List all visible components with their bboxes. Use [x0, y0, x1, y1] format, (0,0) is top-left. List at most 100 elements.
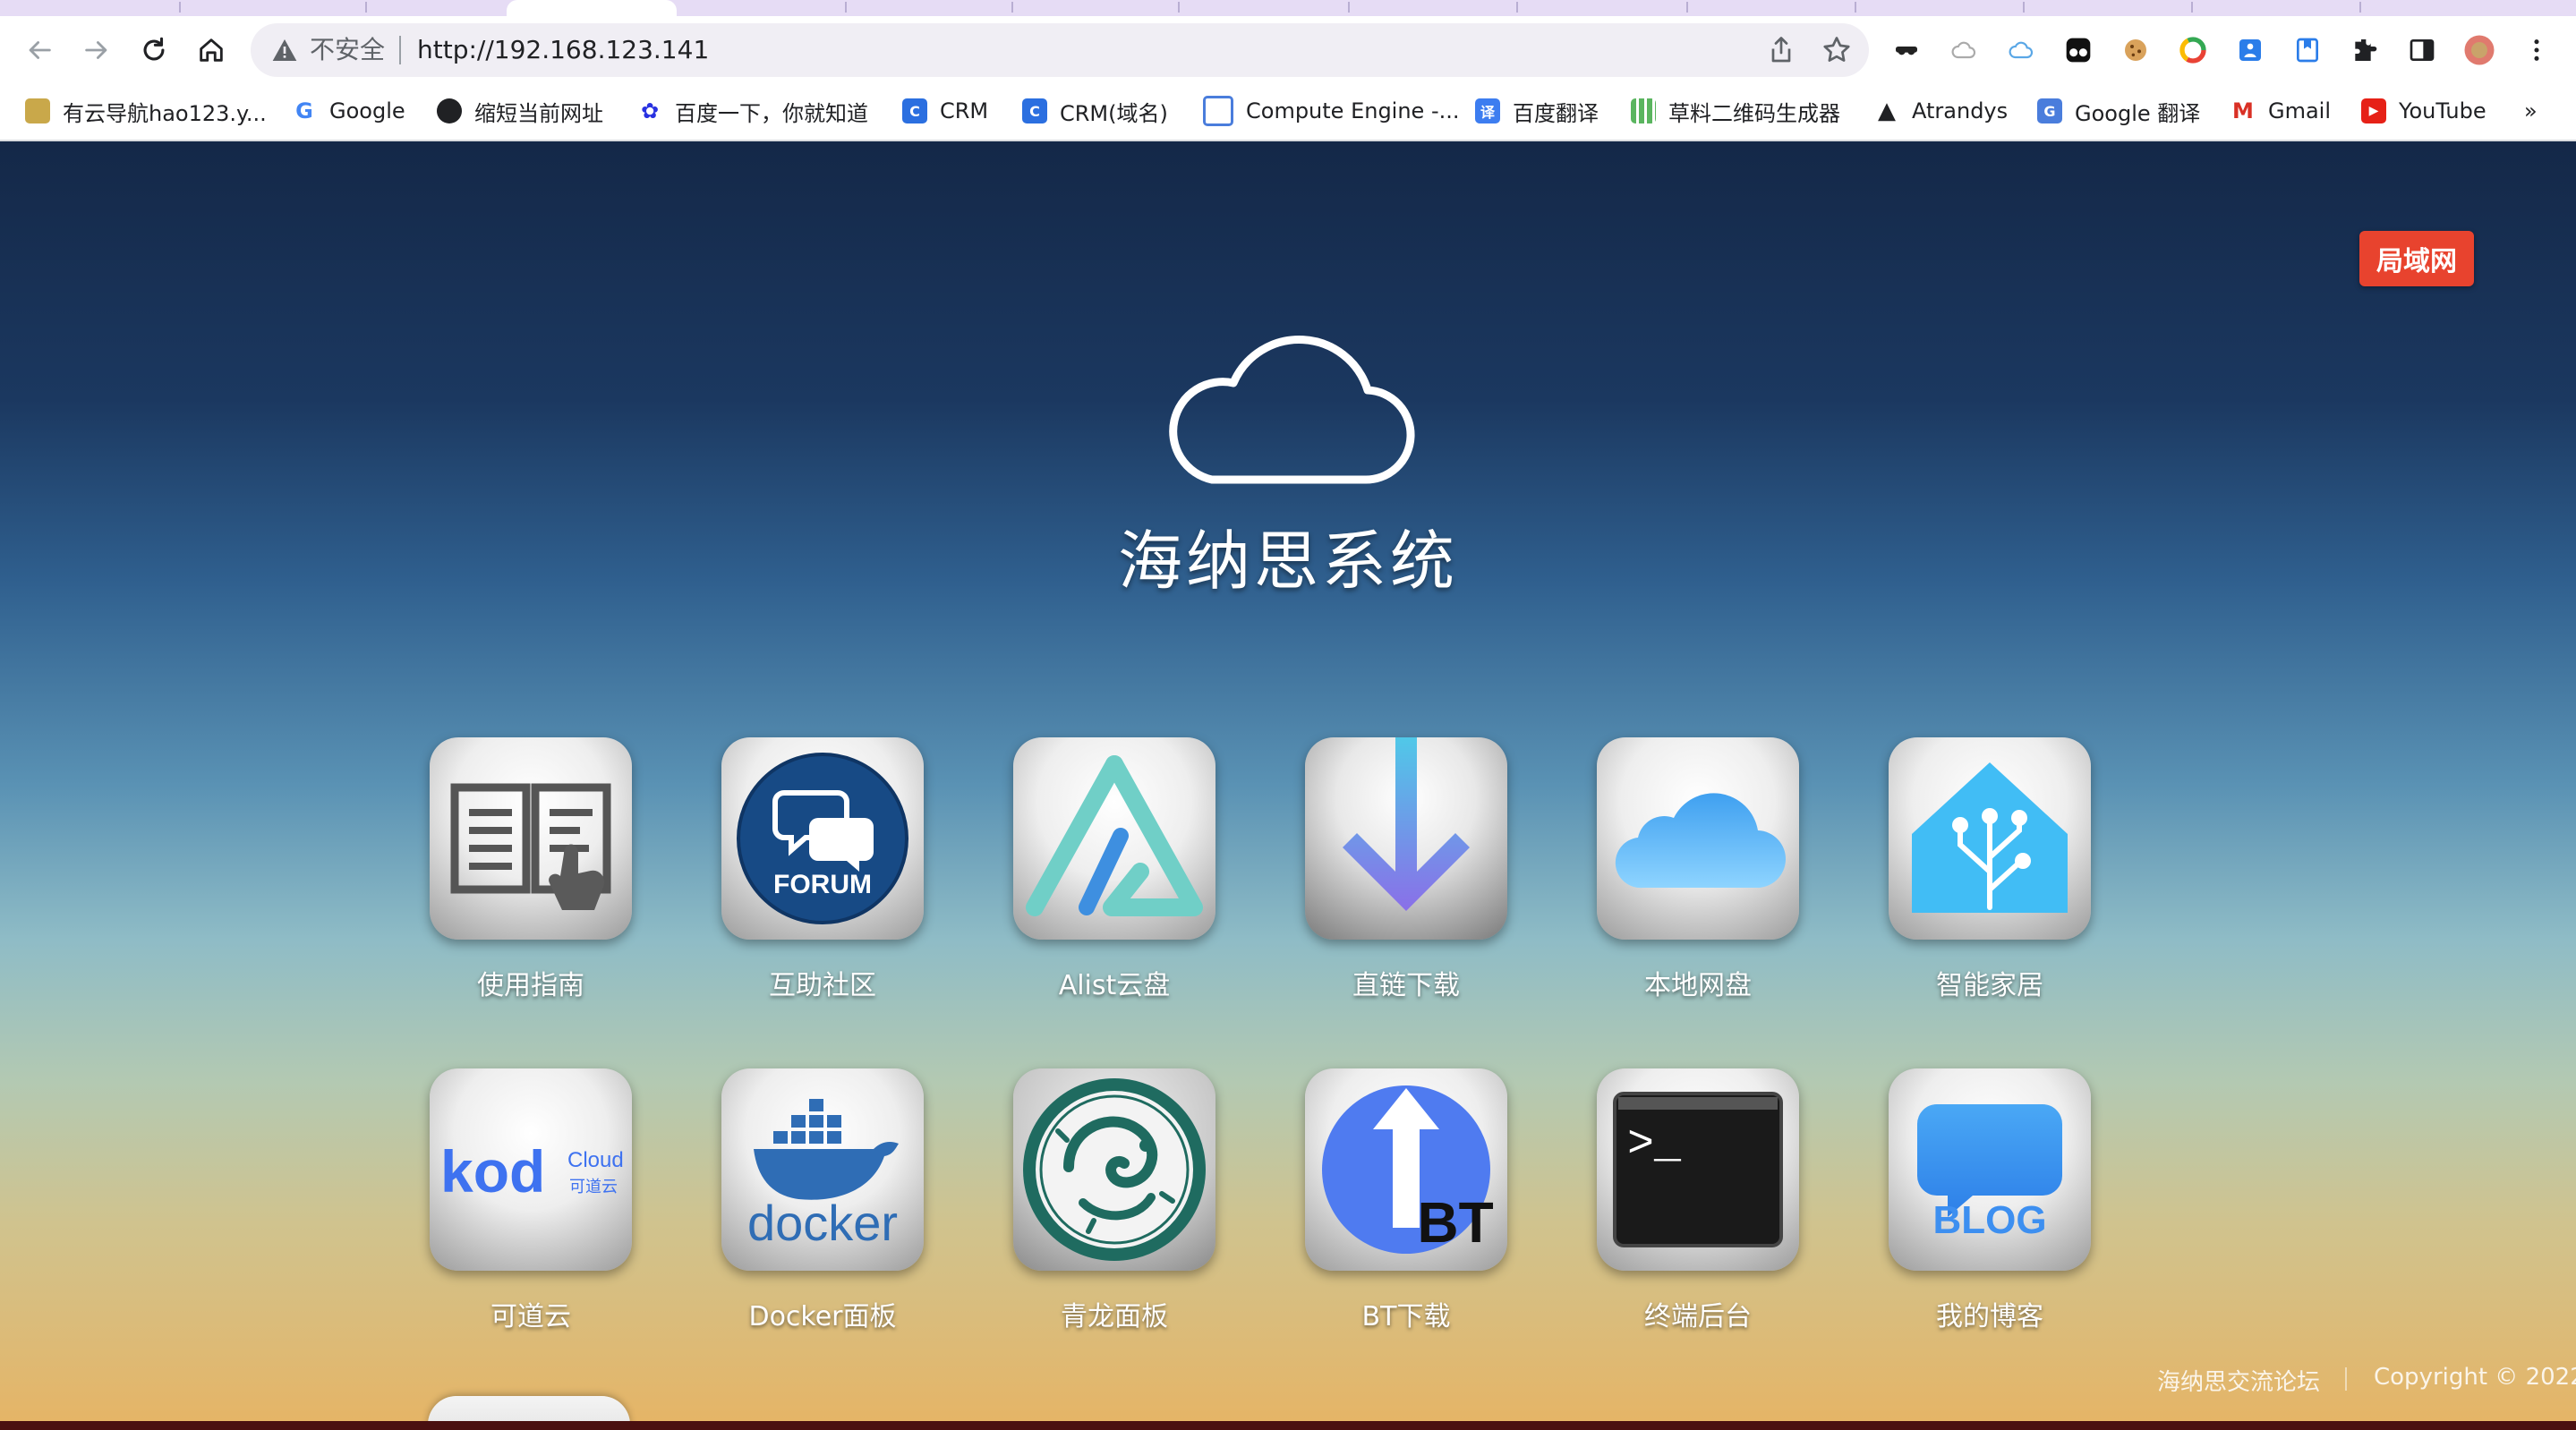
tab-strip [0, 0, 2576, 16]
app-label: 互助社区 [769, 970, 876, 1001]
bookmark-item[interactable]: 有云导航hao123.y... [25, 93, 267, 129]
app-label: 直链下载 [1352, 970, 1460, 1001]
app-blog[interactable]: BLOG 我的博客 [1887, 1068, 2093, 1333]
tab-separator [845, 2, 847, 13]
extension-incognito-icon[interactable] [1890, 34, 1923, 66]
extension-cloud-download-icon[interactable] [2005, 34, 2037, 66]
app-tile[interactable]: FORUM [721, 737, 924, 940]
bookmark-item[interactable]: C CRM(域名) [1022, 93, 1168, 129]
tab-separator [179, 2, 181, 13]
bt-download-icon: BT [1322, 1085, 1494, 1255]
bookmark-item[interactable]: ▶ YouTube [2361, 93, 2486, 129]
bookmarks-bar: 有云导航hao123.y... G Google 缩短当前网址 ✿ 百度一下，你… [0, 84, 2576, 141]
active-tab[interactable] [507, 0, 677, 16]
side-panel-icon[interactable] [2406, 34, 2438, 66]
app-tile[interactable]: docker [721, 1068, 924, 1271]
bookmark-label: Google [329, 98, 405, 123]
home-assistant-icon [1912, 762, 2068, 913]
app-docker[interactable]: docker Docker面板 [720, 1068, 925, 1333]
bookmark-item[interactable]: 缩短当前网址 [437, 93, 603, 129]
address-bar[interactable]: 不安全 http://192.168.123.141 [251, 23, 1869, 77]
bt-text: BT [1417, 1190, 1493, 1255]
gmail-icon: M [2232, 98, 2254, 123]
tab-separator [2023, 2, 2025, 13]
lan-badge[interactable]: 局域网 [2359, 231, 2474, 286]
bookmark-item[interactable]: 草料二维码生成器 [1631, 93, 1840, 129]
bookmark-item[interactable]: M Gmail [2231, 93, 2331, 129]
more-bookmarks-button[interactable]: » [2524, 93, 2538, 129]
back-arrow-icon [29, 41, 51, 59]
profile-avatar[interactable] [2463, 34, 2495, 66]
app-alist[interactable]: Alist云盘 [1011, 737, 1217, 1002]
app-forum[interactable]: FORUM 互助社区 [720, 737, 925, 1002]
extension-cloud-outline-icon[interactable] [1948, 34, 1980, 66]
reload-button[interactable] [132, 29, 175, 72]
app-tile[interactable] [1305, 737, 1507, 940]
extension-chrome-colors-icon[interactable] [2177, 34, 2209, 66]
bookmark-item[interactable]: C CRM [902, 93, 988, 129]
bookmark-label: Compute Engine -... [1246, 98, 1460, 123]
tab-separator [1516, 2, 1518, 13]
bookmark-item[interactable]: ✿ 百度一下，你就知道 [637, 93, 868, 129]
terminal-icon: >_ [1613, 1092, 1783, 1247]
tab-separator [2191, 2, 2193, 13]
home-icon [200, 38, 223, 62]
kod-cn-text: 可道云 [569, 1178, 618, 1196]
app-label: BT下载 [1361, 1301, 1451, 1332]
app-tile[interactable] [430, 737, 632, 940]
back-button[interactable] [18, 29, 61, 72]
bookmark-item[interactable]: ▲ Atrandys [1874, 93, 2008, 129]
app-tile[interactable] [1889, 737, 2091, 940]
forward-button[interactable] [75, 29, 118, 72]
extension-bookmark-icon[interactable] [2291, 34, 2324, 66]
bookmark-item[interactable]: Compute Engine -... [1203, 93, 1460, 129]
extensions-puzzle-icon[interactable] [2349, 34, 2381, 66]
app-smart-home[interactable]: 智能家居 [1887, 737, 2093, 1002]
extension-tampermonkey-icon[interactable] [2062, 34, 2094, 66]
bookmark-star-icon[interactable] [1821, 34, 1853, 66]
bookmark-item[interactable]: G Google 翻译 [2037, 93, 2200, 129]
bookmark-label: YouTube [2399, 98, 2486, 123]
share-icon[interactable] [1765, 34, 1797, 66]
docker-icon: docker [747, 1099, 899, 1251]
baidu-translate-icon: 译 [1475, 98, 1500, 123]
app-tile[interactable]: kod Cloud 可道云 [430, 1068, 632, 1271]
home-button[interactable] [190, 29, 233, 72]
cloud-logo-icon [1169, 336, 1415, 484]
bookmark-label: CRM [940, 98, 989, 123]
app-tile[interactable]: BT [1305, 1068, 1507, 1271]
app-qinglong[interactable]: 青龙面板 [1011, 1068, 1217, 1333]
page-title: 海纳思系统 [1117, 523, 1458, 599]
app-local-drive[interactable]: 本地网盘 [1595, 737, 1801, 1002]
extension-cookie-icon[interactable] [2120, 34, 2152, 66]
app-label: 终端后台 [1644, 1301, 1752, 1332]
qrcode-icon [1631, 98, 1656, 123]
insecure-label: 不安全 [310, 35, 386, 64]
bookmark-label: Atrandys [1912, 98, 2009, 123]
docker-text: docker [747, 1195, 898, 1251]
book-guide-icon [450, 783, 611, 910]
app-label: 可道云 [490, 1301, 571, 1332]
app-tile[interactable] [1013, 737, 1215, 940]
url-text[interactable]: http://192.168.123.141 [417, 32, 709, 68]
bookmark-label: CRM(域名) [1060, 100, 1168, 126]
tab-separator [1348, 2, 1350, 13]
tab-separator [1011, 2, 1013, 13]
app-terminal[interactable]: >_ 终端后台 [1595, 1068, 1801, 1333]
app-direct-download[interactable]: 直链下载 [1303, 737, 1509, 1002]
app-kodcloud[interactable]: kod Cloud 可道云 可道云 [428, 1068, 634, 1333]
crm-icon: C [902, 98, 927, 123]
app-bt-download[interactable]: BT BT下载 [1303, 1068, 1509, 1333]
app-tile[interactable]: BLOG [1889, 1068, 2091, 1271]
extension-reader-icon[interactable] [2234, 34, 2266, 66]
bookmark-item[interactable]: G Google [292, 93, 405, 129]
app-guide[interactable]: 使用指南 [428, 737, 634, 1002]
chrome-menu-icon[interactable] [2521, 34, 2553, 66]
app-label: 智能家居 [1936, 970, 2043, 1001]
bookmark-label: Google 翻译 [2075, 100, 2201, 126]
bookmark-item[interactable]: 译 百度翻译 [1475, 93, 1599, 129]
app-tile[interactable] [1597, 737, 1799, 940]
forum-footer-link[interactable]: 海纳思交流论坛 [2157, 1364, 2320, 1397]
app-tile[interactable]: >_ [1597, 1068, 1799, 1271]
app-tile[interactable] [1013, 1068, 1215, 1271]
